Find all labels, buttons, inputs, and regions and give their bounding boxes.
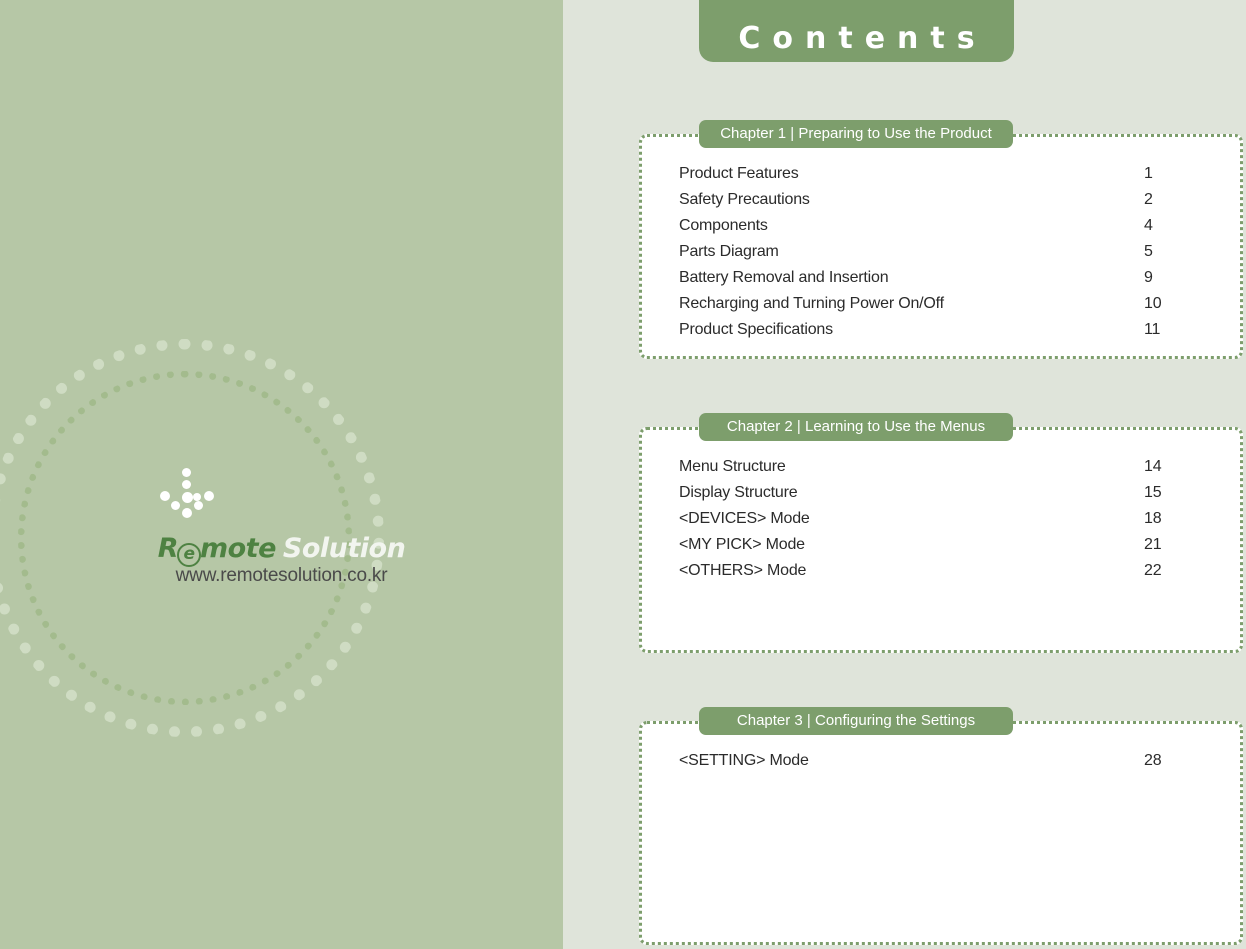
logo-dot [171,501,180,510]
toc-entry[interactable]: Components 4 [639,213,1243,239]
logo-dot [204,491,214,501]
toc-entry-title: Menu Structure [679,458,786,475]
brand-website-url: www.remotesolution.co.kr [175,565,388,586]
toc-entry-page: 4 [1144,217,1153,234]
toc-entry[interactable]: <MY PICK> Mode 21 [639,532,1243,558]
toc-entry[interactable]: Parts Diagram 5 [639,239,1243,265]
toc-entry[interactable]: Product Features 1 [639,161,1243,187]
left-page: Re mote Solution www.remotesolution.co.kr [0,0,563,949]
logo-dot [194,501,203,510]
wordmark-r: R [157,533,179,564]
toc-entry-title: <OTHERS> Mode [679,562,807,579]
toc-entry-title: <MY PICK> Mode [679,536,805,553]
toc-entry[interactable]: Display Structure 15 [639,480,1243,506]
toc-entry-page: 21 [1144,536,1162,553]
toc-entry[interactable]: Safety Precautions 2 [639,187,1243,213]
toc-entry-title: <DEVICES> Mode [679,510,810,527]
toc-entry-title: Product Specifications [679,321,833,338]
logo-dot [182,508,192,518]
wordmark-circled-e: e [176,543,201,567]
toc-entry-page: 22 [1144,562,1162,579]
chapter-tab-2[interactable]: Chapter 2 | Learning to Use the Menus [699,413,1013,441]
toc-entry[interactable]: <OTHERS> Mode 22 [639,558,1243,584]
right-page: Contents Chapter 1 | Preparing to Use th… [563,0,1246,949]
logo-dot [160,491,170,501]
toc-entry-page: 15 [1144,484,1162,501]
toc-entry-page: 5 [1144,243,1153,260]
toc-entry-page: 11 [1144,321,1161,338]
chapter-tab-1[interactable]: Chapter 1 | Preparing to Use the Product [699,120,1013,148]
toc-entry-title: Parts Diagram [679,243,779,260]
wordmark-remote: Re mote [157,533,276,567]
toc-entry-page: 1 [1144,165,1153,182]
wordmark-solution: Solution [282,533,406,564]
toc-entry-page: 18 [1144,510,1162,527]
toc-entry-title: Components [679,217,768,234]
toc-entry[interactable]: <DEVICES> Mode 18 [639,506,1243,532]
toc-entry-title: Product Features [679,165,799,182]
toc-entry-page: 14 [1144,458,1162,475]
toc-entry[interactable]: Product Specifications 11 [639,317,1243,343]
toc-entry[interactable]: Battery Removal and Insertion 9 [639,265,1243,291]
toc-entry[interactable]: Recharging and Turning Power On/Off 10 [639,291,1243,317]
toc-entry-page: 9 [1144,269,1153,286]
logo-dot [182,480,191,489]
toc-entry-title: <SETTING> Mode [679,752,809,769]
toc-entry-page: 28 [1144,752,1162,769]
chapter-tab-3[interactable]: Chapter 3 | Configuring the Settings [699,707,1013,735]
toc-entry-title: Display Structure [679,484,798,501]
toc-entry-title: Recharging and Turning Power On/Off [679,295,944,312]
logo-dot [182,468,191,477]
remote-solution-logo-mark-icon [160,468,214,520]
toc-entry-title: Safety Precautions [679,191,810,208]
toc-entry-page: 10 [1144,295,1162,312]
contents-page: Re mote Solution www.remotesolution.co.kr … [0,0,1246,949]
wordmark-mote: mote [199,533,276,564]
toc-entry-page: 2 [1144,191,1153,208]
brand-wordmark: Re mote Solution [0,533,563,567]
logo-dot [193,493,201,501]
chapter-entries-1: Product Features 1 Safety Precautions 2 … [639,134,1243,343]
toc-entry[interactable]: <SETTING> Mode 28 [639,748,1243,774]
contents-title: Contents [738,21,987,56]
toc-entry[interactable]: Menu Structure 14 [639,454,1243,480]
toc-entry-title: Battery Removal and Insertion [679,269,889,286]
chapter-entries-2: Menu Structure 14 Display Structure 15 <… [639,427,1243,584]
contents-banner: Contents [699,0,1014,62]
logo-dot [182,492,193,503]
